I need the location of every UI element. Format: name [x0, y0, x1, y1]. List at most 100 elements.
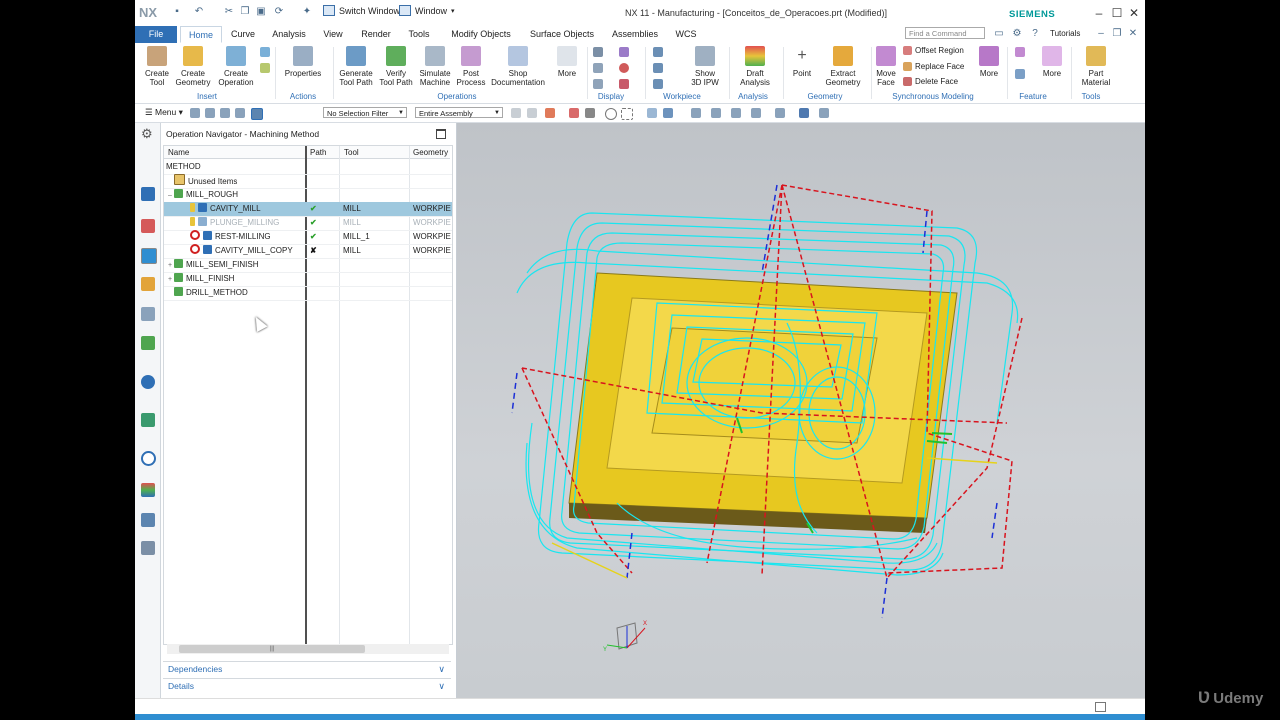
view-icon[interactable]	[691, 108, 701, 118]
feature-small-icon[interactable]	[1015, 47, 1025, 57]
snap-icon[interactable]	[605, 108, 617, 120]
properties-button[interactable]: Properties	[283, 45, 323, 78]
window-menu-button[interactable]: Window ▾	[399, 5, 455, 16]
display-small-icon[interactable]	[619, 63, 629, 73]
minimize-icon[interactable]: –	[1092, 6, 1106, 20]
create-operation-button[interactable]: Create Operation	[217, 45, 255, 87]
table-row[interactable]: – MILL_ROUGH	[164, 188, 452, 203]
roles-icon[interactable]	[141, 513, 155, 527]
display-small-icon[interactable]	[593, 63, 603, 73]
column-header-path[interactable]: Path	[307, 146, 339, 159]
view-icon[interactable]	[647, 108, 657, 118]
help-icon[interactable]: ?	[1029, 28, 1041, 40]
insert-small-icon[interactable]	[260, 47, 270, 57]
settings-icon[interactable]: ⚙	[141, 127, 155, 141]
display-small-icon[interactable]	[619, 47, 629, 57]
command-finder-input[interactable]: Find a Command	[905, 27, 985, 39]
menu-button[interactable]: ☰ Menu ▾	[145, 107, 183, 118]
constraint-navigator-icon[interactable]	[141, 219, 155, 233]
offset-region-button[interactable]: Offset Region	[903, 46, 964, 55]
column-header-geometry[interactable]: Geometry	[410, 146, 450, 159]
paste-icon[interactable]: ▣	[255, 6, 267, 18]
shop-documentation-button[interactable]: Shop Documentation	[489, 45, 547, 87]
dependencies-panel[interactable]: Dependencies ∨	[163, 661, 451, 676]
view-icon[interactable]	[799, 108, 809, 118]
snap-icon[interactable]	[527, 108, 537, 118]
table-row[interactable]: + MILL_SEMI_FINISH	[164, 258, 452, 273]
settings-icon[interactable]: ⚙	[1011, 28, 1023, 40]
insert-small-icon[interactable]	[260, 63, 270, 73]
details-panel[interactable]: Details ∨	[163, 678, 451, 693]
move-face-button[interactable]: Move Face	[873, 45, 899, 87]
table-row[interactable]: REST-MILLING ✔ MILL_1 WORKPIECE	[164, 230, 452, 245]
table-row[interactable]: CAVITY_MILL_COPY ✘ MILL WORKPIECE	[164, 244, 452, 259]
history-icon[interactable]	[141, 413, 155, 427]
repeat-command-icon[interactable]: ⟳	[273, 6, 285, 18]
tab-curve[interactable]: Curve	[225, 26, 261, 43]
column-header-tool[interactable]: Tool	[340, 146, 409, 159]
display-small-icon[interactable]	[593, 79, 603, 89]
workpiece-small-icon[interactable]	[653, 47, 663, 57]
snap-icon[interactable]	[621, 108, 633, 120]
expand-icon[interactable]: +	[166, 273, 174, 286]
more-sync-button[interactable]: More	[975, 45, 1003, 78]
view-icon[interactable]	[775, 108, 785, 118]
display-small-icon[interactable]	[619, 79, 629, 89]
select-icon[interactable]	[190, 108, 200, 118]
tab-tools[interactable]: Tools	[402, 26, 436, 43]
tab-view[interactable]: View	[318, 26, 348, 43]
snap-icon[interactable]	[585, 108, 595, 118]
create-geometry-button[interactable]: Create Geometry	[175, 45, 211, 87]
view-icon[interactable]	[663, 108, 673, 118]
draft-analysis-button[interactable]: Draft Analysis	[735, 45, 775, 87]
extract-geometry-button[interactable]: Extract Geometry	[821, 45, 865, 87]
operation-navigator-icon[interactable]	[141, 248, 157, 264]
tab-wcs[interactable]: WCS	[671, 26, 701, 43]
post-process-button[interactable]: Post Process	[455, 45, 487, 87]
display-icon[interactable]: ▭	[993, 28, 1005, 40]
tab-assemblies[interactable]: Assemblies	[607, 26, 663, 43]
switch-window-button[interactable]: Switch Window	[323, 5, 400, 16]
assembly-scope-dropdown[interactable]: Entire Assembly ▼	[415, 107, 503, 118]
workpiece-small-icon[interactable]	[653, 63, 663, 73]
view-icon[interactable]	[731, 108, 741, 118]
part-navigator-icon[interactable]	[141, 307, 155, 321]
more-feature-button[interactable]: More	[1039, 45, 1065, 78]
select-icon[interactable]	[235, 108, 245, 118]
delete-face-button[interactable]: Delete Face	[903, 77, 958, 86]
feature-small-icon[interactable]	[1015, 69, 1025, 79]
more-operations-button[interactable]: More	[553, 45, 581, 78]
palette-icon[interactable]	[141, 483, 155, 497]
view-icon[interactable]	[819, 108, 829, 118]
web-browser-icon[interactable]	[141, 375, 155, 389]
replace-face-button[interactable]: Replace Face	[903, 62, 964, 71]
table-row[interactable]: METHOD	[164, 160, 452, 175]
expand-icon[interactable]: +	[166, 259, 174, 272]
graphics-window[interactable]: X Y	[457, 123, 1145, 698]
tab-modify-objects[interactable]: Modify Objects	[444, 26, 518, 43]
copy-icon[interactable]: ❐	[239, 6, 251, 18]
maximize-icon[interactable]: ☐	[1110, 6, 1124, 20]
simulate-machine-button[interactable]: Simulate Machine	[417, 45, 453, 87]
view-icon[interactable]	[751, 108, 761, 118]
workpiece-small-icon[interactable]	[653, 79, 663, 89]
assembly-navigator-icon[interactable]	[141, 187, 155, 201]
snap-icon[interactable]	[511, 108, 521, 118]
machine-tool-navigator-icon[interactable]	[141, 277, 155, 291]
view-icon[interactable]	[711, 108, 721, 118]
tab-file[interactable]: File	[135, 26, 177, 43]
selection-filter-dropdown[interactable]: No Selection Filter ▼	[323, 107, 407, 118]
point-button[interactable]: + Point	[787, 45, 817, 78]
generate-tool-path-button[interactable]: Generate Tool Path	[337, 45, 375, 87]
undo-icon[interactable]: ↶	[193, 6, 205, 18]
scrollbar-thumb[interactable]: |||	[179, 645, 365, 653]
snap-icon[interactable]	[569, 108, 579, 118]
column-header-name[interactable]: Name	[164, 146, 305, 159]
tab-home[interactable]: Home	[180, 26, 222, 43]
horizontal-scrollbar[interactable]: |||	[167, 644, 449, 654]
display-small-icon[interactable]	[593, 47, 603, 57]
close-icon[interactable]: ✕	[1127, 6, 1141, 20]
show-3d-ipw-button[interactable]: Show 3D IPW	[685, 45, 725, 87]
select-icon[interactable]	[251, 108, 263, 120]
maximize-navigator-icon[interactable]	[436, 129, 446, 139]
